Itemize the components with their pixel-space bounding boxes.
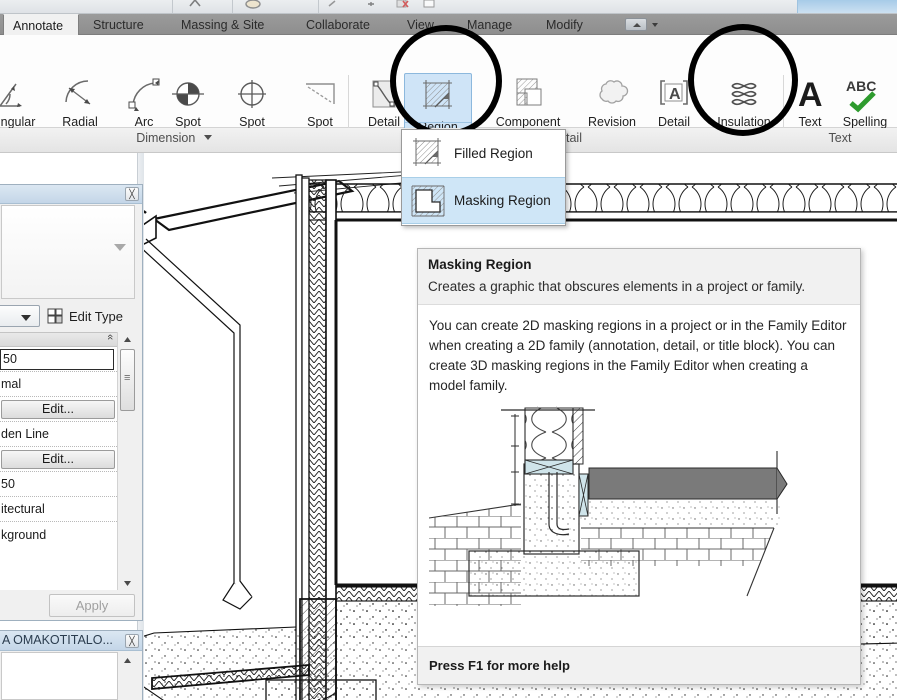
ribbon-minimize-control[interactable] — [625, 17, 659, 32]
tab-massing-site[interactable]: Massing & Site — [172, 14, 273, 35]
spot-coordinate-icon — [220, 73, 284, 115]
menu-item-label: Masking Region — [454, 193, 551, 208]
property-row[interactable]: 50 — [0, 472, 117, 497]
close-icon[interactable]: ╳ — [125, 187, 139, 201]
type-preview-thumbnail — [1, 205, 135, 299]
revision-cloud-icon — [580, 73, 644, 115]
property-value[interactable]: itectural — [0, 502, 45, 516]
masking-region-icon — [408, 182, 448, 220]
tooltip-body: You can create 2D masking regions in a p… — [418, 305, 860, 611]
modify-icon[interactable] — [326, 0, 344, 12]
caret-up-icon[interactable] — [121, 654, 134, 667]
ribbon-minimize-button[interactable] — [625, 18, 647, 31]
chevron-down-icon[interactable] — [114, 244, 126, 251]
link-icon[interactable] — [360, 0, 378, 12]
region-icon — [405, 74, 471, 120]
component-icon — [485, 73, 571, 115]
type-selector-row[interactable]: Edit Type — [0, 303, 143, 329]
properties-grid[interactable]: 50 mal Edit... den Line Edit... 50 itect… — [0, 347, 117, 590]
menu-item-label: Filled Region — [454, 146, 533, 161]
scrollbar-thumb[interactable] — [120, 349, 135, 411]
property-row[interactable]: mal — [0, 372, 117, 397]
spot-elevation-icon — [156, 73, 220, 115]
tab-collaborate[interactable]: Collaborate — [297, 14, 379, 35]
tab-structure[interactable]: Structure — [84, 14, 153, 35]
property-value[interactable]: den Line — [0, 427, 49, 441]
tooltip-figure — [429, 406, 848, 611]
split-divider — [405, 122, 471, 123]
property-row[interactable]: Edit... — [0, 397, 117, 422]
radial-dimension-icon — [48, 73, 112, 115]
project-browser-titlebar[interactable]: A OMAKOTITALO... ╳ — [0, 631, 142, 651]
property-value[interactable]: kground — [0, 528, 46, 542]
project-browser-title-text: A OMAKOTITALO... — [2, 633, 113, 647]
filled-region-icon — [408, 135, 448, 173]
tab-manage[interactable]: Manage — [458, 14, 521, 35]
tooltip-footer: Press F1 for more help — [418, 646, 860, 684]
graphic-overrides-edit-button[interactable]: Edit... — [1, 449, 115, 469]
property-value[interactable]: 50 — [0, 477, 15, 491]
tooltip-panel: Masking Region Creates a graphic that ob… — [417, 248, 861, 685]
panel-label-dimension[interactable]: Dimension — [0, 131, 348, 149]
ribbon-tab-strip[interactable]: Annotate Structure Massing & Site Collab… — [0, 14, 897, 35]
tab-view[interactable]: View — [398, 14, 443, 35]
property-row[interactable]: Edit... — [0, 447, 117, 472]
panel-label-text: Dimension — [136, 131, 196, 145]
visibility-graphics-edit-button[interactable]: Edit... — [1, 399, 115, 419]
caret-up-icon[interactable] — [121, 333, 134, 346]
close-icon[interactable]: ╳ — [125, 634, 139, 648]
close-icon[interactable] — [394, 0, 412, 12]
chevron-down-icon[interactable] — [203, 135, 212, 140]
angular-dimension-icon — [0, 73, 50, 115]
detail-group-icon: A — [643, 73, 705, 115]
properties-palette[interactable]: ╳ Edit Type 50 — [0, 184, 143, 621]
edit-type-label: Edit Type — [69, 308, 123, 324]
spelling-check-icon: ABC — [834, 73, 896, 115]
edit-type-button[interactable]: Edit Type — [47, 308, 123, 324]
edit-type-icon — [47, 308, 64, 324]
property-row[interactable]: itectural — [0, 497, 117, 522]
revit-application-window: Annotate Structure Massing & Site Collab… — [0, 0, 897, 700]
insulation-icon — [710, 73, 778, 115]
project-browser-tree[interactable] — [1, 652, 118, 700]
tooltip-description: You can create 2D masking regions in a p… — [429, 318, 847, 393]
svg-text:A: A — [669, 86, 681, 103]
property-row[interactable]: den Line — [0, 422, 117, 447]
svg-text:ABC: ABC — [846, 78, 876, 94]
project-browser-palette[interactable]: A OMAKOTITALO... ╳ — [0, 630, 143, 700]
wall-footing-section-illustration — [429, 406, 788, 606]
properties-scrollbar[interactable] — [117, 332, 135, 590]
undo-icon[interactable] — [186, 0, 204, 12]
property-row[interactable]: kground — [0, 522, 117, 547]
spot-slope-icon — [288, 73, 352, 115]
tab-annotate[interactable]: Annotate — [3, 14, 79, 35]
caret-down-icon[interactable] — [121, 577, 134, 590]
window-controls[interactable] — [797, 0, 897, 13]
panel-label-text: Text — [828, 131, 852, 145]
menu-item-masking-region[interactable]: Masking Region — [402, 177, 565, 224]
properties-palette-titlebar[interactable]: ╳ — [0, 185, 142, 204]
region-dropdown-menu[interactable]: Filled Region Masking Region — [401, 129, 566, 226]
text-icon: A — [786, 73, 834, 115]
type-selector-dropdown[interactable] — [0, 305, 40, 327]
apply-button[interactable]: Apply — [49, 594, 135, 617]
tooltip-title: Masking Region — [428, 257, 532, 272]
ribbon-panel-area: ngular Radial Arc Spot Spot Spot Detail … — [0, 35, 897, 185]
menu-item-filled-region[interactable]: Filled Region — [402, 130, 565, 177]
quick-access-toolbar[interactable] — [0, 0, 897, 14]
property-value[interactable]: 50 — [0, 348, 114, 370]
window-icon[interactable] — [420, 0, 438, 12]
property-value[interactable]: mal — [0, 377, 21, 391]
tooltip-header: Masking Region Creates a graphic that ob… — [418, 249, 860, 305]
property-row[interactable]: 50 — [0, 347, 117, 372]
tab-modify[interactable]: Modify — [537, 14, 592, 35]
svg-text:A: A — [798, 76, 823, 114]
tooltip-summary: Creates a graphic that obscures elements… — [428, 279, 806, 294]
project-browser-scrollbar[interactable] — [118, 652, 136, 700]
properties-grid-header[interactable] — [0, 332, 117, 347]
redo-icon[interactable] — [244, 0, 262, 12]
chevron-down-icon[interactable] — [652, 23, 658, 27]
